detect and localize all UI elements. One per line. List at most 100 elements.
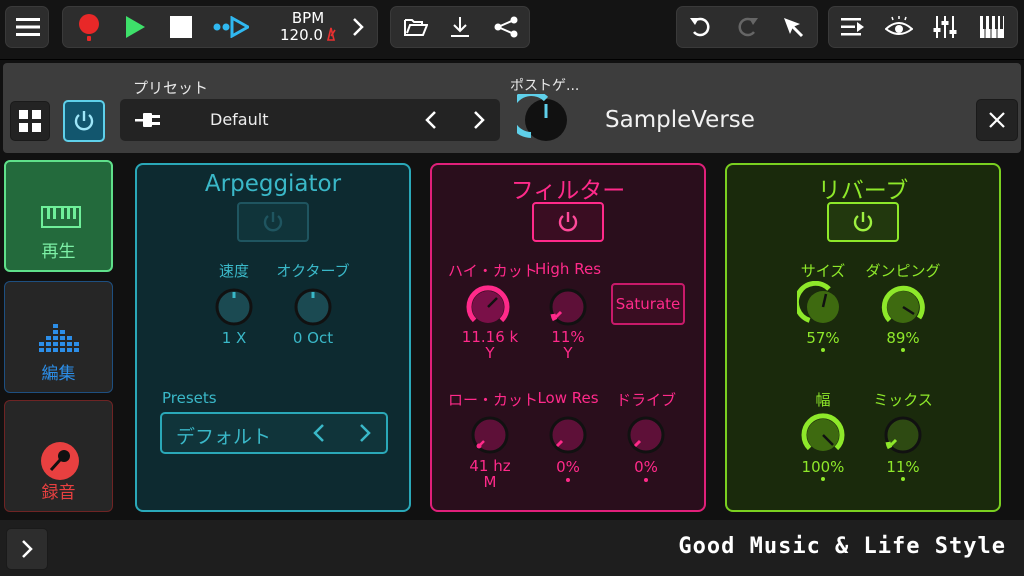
locut-knob[interactable] (464, 409, 516, 461)
play-icon (126, 16, 145, 38)
view-button[interactable] (877, 7, 921, 47)
chevron-left-icon (425, 111, 436, 129)
preset-selector[interactable]: Default (120, 99, 500, 141)
stop-icon (170, 16, 192, 38)
arp-preset-value: デフォルト (176, 426, 272, 448)
download-icon (451, 17, 469, 37)
lores-label: Low Res (537, 389, 599, 407)
microphone-icon (41, 442, 79, 480)
file-group (390, 6, 530, 48)
redo-button[interactable] (725, 7, 769, 47)
speed-knob[interactable] (208, 281, 260, 333)
lores-value: 0% (556, 458, 580, 476)
redo-icon (738, 17, 758, 37)
piano-keys-icon (980, 16, 1004, 38)
power-icon (263, 212, 283, 232)
stop-button[interactable] (161, 7, 201, 47)
size-knob[interactable] (797, 281, 849, 333)
octave-knob[interactable] (287, 281, 339, 333)
locut-value: 41 hz M (448, 458, 532, 490)
hires-label: High Res (534, 260, 602, 278)
width-label: 幅 (815, 391, 831, 409)
plugin-power-button[interactable] (63, 100, 105, 142)
chevron-left-icon (313, 424, 324, 442)
width-knob[interactable] (797, 409, 849, 461)
sidebar-tab-label: 再生 (41, 242, 76, 262)
hicut-unit: Y (485, 344, 495, 362)
reverb-title: リバーブ (817, 178, 909, 204)
filter-power-button[interactable] (532, 202, 604, 242)
view-group (828, 6, 1018, 48)
damping-value: 89% (886, 329, 920, 347)
sidebar-tab-label: 録音 (41, 483, 76, 503)
power-icon (74, 111, 94, 131)
hires-knob[interactable] (542, 281, 594, 333)
lores-indicator-dot (566, 478, 570, 482)
preset-prev-button[interactable] (416, 99, 446, 141)
bpm-display[interactable]: BPM 120.0 (273, 10, 343, 44)
saturate-button[interactable]: Saturate (611, 283, 685, 325)
step-record-button[interactable] (209, 7, 253, 47)
grid-icon (19, 110, 41, 132)
drive-indicator-dot (644, 478, 648, 482)
hicut-value: 11.16 kY (448, 329, 532, 361)
mixer-button[interactable] (923, 7, 967, 47)
download-button[interactable] (439, 7, 481, 47)
sidebar-tab-edit[interactable]: 編集 (4, 281, 113, 393)
lores-knob[interactable] (542, 409, 594, 461)
keyboard-icon (41, 206, 81, 228)
damping-knob[interactable] (877, 281, 929, 333)
sidebar-tab-record[interactable]: 録音 (4, 400, 113, 512)
record-icon (79, 14, 99, 41)
tracks-view-button[interactable] (831, 7, 875, 47)
arp-preset-selector[interactable]: デフォルト (160, 412, 388, 454)
share-button[interactable] (485, 7, 527, 47)
play-button[interactable] (115, 7, 155, 47)
grid-view-button[interactable] (10, 101, 50, 141)
step-record-icon (213, 16, 249, 38)
arp-preset-prev-button[interactable] (304, 414, 334, 452)
sidebar-tab-play[interactable]: 再生 (4, 160, 113, 272)
hamburger-icon (16, 18, 40, 36)
drive-knob[interactable] (620, 409, 672, 461)
post-gain-knob[interactable] (517, 94, 575, 146)
post-gain-label: ポストゲ... (510, 78, 580, 94)
width-indicator-dot (821, 477, 825, 481)
open-button[interactable] (395, 7, 437, 47)
undo-button[interactable] (679, 7, 723, 47)
filter-title: フィルター (510, 178, 626, 204)
power-icon (558, 212, 578, 232)
top-toolbar: BPM 120.0 (0, 0, 1024, 60)
arpeggiator-power-button[interactable] (237, 202, 309, 242)
drive-value: 0% (634, 458, 658, 476)
mix-label: ミックス (873, 391, 933, 409)
octave-value: 0 Oct (292, 329, 334, 347)
width-value: 100% (801, 458, 845, 476)
hicut-knob[interactable] (462, 281, 514, 333)
keyboard-button[interactable] (969, 7, 1015, 47)
hicut-label: ハイ・カット (448, 262, 538, 280)
menu-button[interactable] (6, 7, 50, 47)
reverb-panel: リバーブ サイズ 57% ダンピング 89% 幅 100% ミックス 11% (725, 163, 1001, 512)
mix-value: 11% (886, 458, 920, 476)
bottom-bar: Good Music & Life Style (0, 520, 1024, 576)
close-button[interactable] (976, 99, 1018, 141)
arp-preset-next-button[interactable] (350, 414, 380, 452)
transport-next-button[interactable] (341, 7, 375, 47)
expand-button[interactable] (6, 528, 48, 570)
locut-unit: M (483, 473, 497, 491)
preset-next-button[interactable] (464, 99, 494, 141)
bpm-value: 120.0 (280, 26, 323, 44)
plugin-name: SampleVerse (605, 107, 755, 133)
reverb-power-button[interactable] (827, 202, 899, 242)
bpm-label: BPM (291, 9, 325, 27)
pointer-tool-button[interactable] (771, 7, 815, 47)
mix-knob[interactable] (877, 409, 929, 461)
eye-icon (885, 16, 913, 35)
equalizer-bars-icon (39, 324, 79, 352)
arpeggiator-panel: Arpeggiator 速度 1 X オクターブ 0 Oct Presets デ… (135, 163, 411, 512)
chevron-right-icon (474, 111, 485, 129)
filter-panel: フィルター ハイ・カット 11.16 kY High Res 11% Y Satu… (430, 163, 706, 512)
folder-open-icon (404, 19, 428, 36)
record-button[interactable] (69, 7, 109, 47)
